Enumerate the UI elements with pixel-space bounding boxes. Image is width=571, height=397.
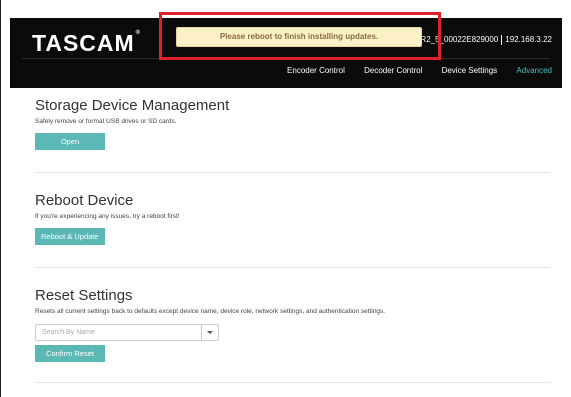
storage-section: Storage Device Management Safely remove … <box>35 97 550 150</box>
tascam-logo[interactable]: TASCAM® <box>32 30 141 57</box>
section-divider <box>35 382 550 383</box>
nav-decoder-control[interactable]: Decoder Control <box>364 66 422 75</box>
storage-title: Storage Device Management <box>35 97 230 114</box>
open-storage-button[interactable]: Open <box>35 133 105 150</box>
page-left-border <box>0 0 1 397</box>
main-nav: Encoder Control Decoder Control Device S… <box>270 66 552 75</box>
reboot-description: If you're experiencing any issues, try a… <box>35 213 180 220</box>
registered-mark: ® <box>135 30 142 36</box>
select-toggle[interactable] <box>201 325 218 340</box>
highlight-box <box>159 12 441 60</box>
nav-encoder-control[interactable]: Encoder Control <box>287 66 345 75</box>
reboot-section: Reboot Device If you're experiencing any… <box>35 192 550 245</box>
storage-description: Safely remove or format USB drives or SD… <box>35 118 177 125</box>
reboot-title: Reboot Device <box>35 192 134 209</box>
confirm-reset-button[interactable]: Confirm Reset <box>35 345 105 362</box>
section-divider <box>35 267 550 268</box>
caret-down-icon <box>207 331 213 334</box>
reset-section: Reset Settings Resets all current settin… <box>35 287 550 362</box>
select-placeholder: Search By Name <box>42 329 95 336</box>
logo-text: TASCAM <box>32 30 135 56</box>
reset-title: Reset Settings <box>35 287 133 304</box>
reset-device-select[interactable]: Search By Name <box>35 324 219 341</box>
reset-description: Resets all current settings back to defa… <box>35 308 386 315</box>
device-info-separator <box>501 35 503 45</box>
device-ip: 192.168.3.22 <box>505 35 552 45</box>
nav-device-settings[interactable]: Device Settings <box>442 66 498 75</box>
nav-advanced[interactable]: Advanced <box>516 66 552 75</box>
section-divider <box>35 172 550 173</box>
reboot-update-button[interactable]: Reboot & Update <box>35 228 105 245</box>
